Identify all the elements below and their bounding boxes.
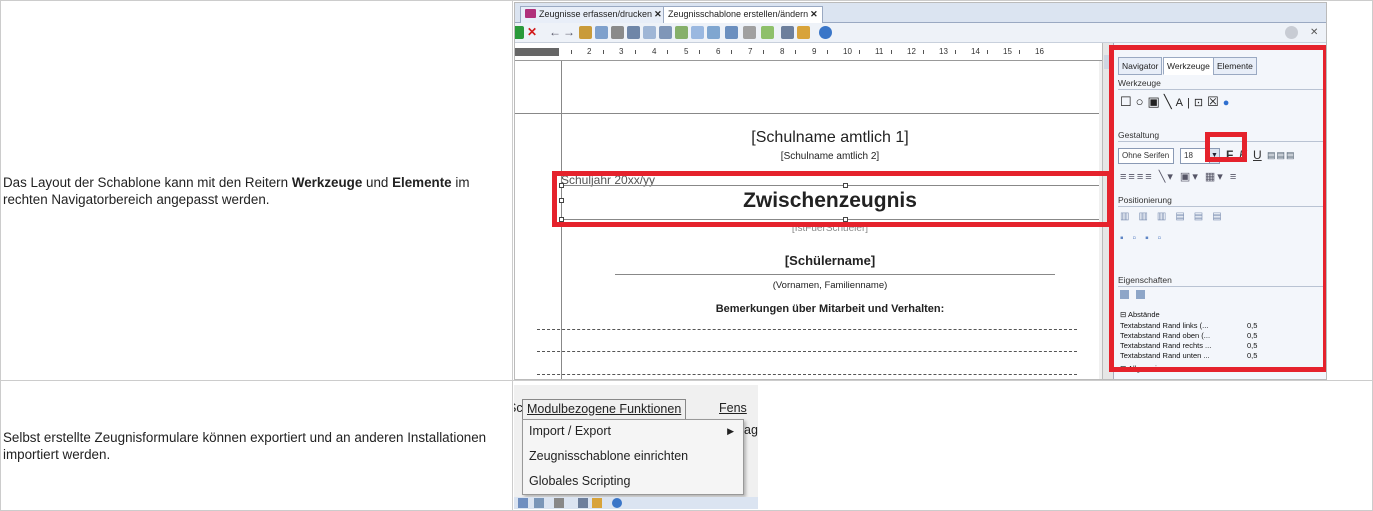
close-icon[interactable]: ✕ xyxy=(810,9,818,19)
settings-icon[interactable] xyxy=(554,497,564,508)
variables-icon[interactable] xyxy=(743,26,756,39)
ruler-margin xyxy=(515,48,559,56)
description-text: Das Layout der Schablone kann mit den Re… xyxy=(3,174,292,190)
screenshot-cell-designer: Zeugnisse erfassen/drucken ✕ Zeugnisschab… xyxy=(512,0,1373,381)
content-table: Das Layout der Schablone kann mit den Re… xyxy=(0,0,1373,511)
document-tab-bar: Zeugnisse erfassen/drucken ✕ Zeugnisschab… xyxy=(515,3,1326,23)
menu-modulbezogene-funktionen[interactable]: Modulbezogene Funktionen xyxy=(522,398,687,419)
remarks-heading[interactable]: Bemerkungen über Mitarbeit und Verhalten… xyxy=(561,303,1099,315)
ruler-label: 3 xyxy=(619,47,624,56)
remarks-line xyxy=(537,329,1077,330)
school-name-1[interactable]: [Schulname amtlich 1] xyxy=(561,129,1099,147)
elemente-bold: Elemente xyxy=(392,174,452,190)
submenu-arrow-icon: ▶ xyxy=(727,425,734,436)
ruler-label: 7 xyxy=(748,47,753,56)
grid-icon[interactable] xyxy=(675,26,688,39)
print-icon[interactable] xyxy=(578,497,588,508)
ruler-label: 4 xyxy=(652,47,657,56)
highlight-navigator xyxy=(1109,45,1326,372)
table-row: Selbst erstellte Zeugnisformulare können… xyxy=(0,380,1373,511)
help-icon[interactable] xyxy=(612,497,622,508)
delete-icon[interactable] xyxy=(627,26,640,39)
brush-icon[interactable] xyxy=(797,26,810,39)
align-icon[interactable] xyxy=(691,26,704,39)
highlight-title xyxy=(552,171,1112,227)
run-icon[interactable] xyxy=(515,26,524,39)
ruler-label: 16 xyxy=(1035,47,1044,56)
name-underline xyxy=(615,274,1055,275)
horizontal-ruler: 2 3 4 5 6 7 8 9 10 11 12 13 14 15 16 xyxy=(515,43,1102,61)
ruler-label: 12 xyxy=(907,47,916,56)
highlight-font-size xyxy=(1205,132,1247,162)
school-name-2[interactable]: [Schulname amtlich 2] xyxy=(561,151,1099,162)
screenshot-cell-menu: Sc Modulbezogene Funktionen Fens ag Impo… xyxy=(512,380,1373,511)
tab-zeugnisschablone[interactable]: Zeugnisschablone erstellen/ändern ✕ xyxy=(663,6,823,23)
print-icon[interactable] xyxy=(781,26,794,39)
template-designer-screenshot: Zeugnisse erfassen/drucken ✕ Zeugnisschab… xyxy=(514,2,1327,380)
menu-fenster[interactable]: Fens xyxy=(715,399,751,419)
table-icon[interactable] xyxy=(518,497,528,508)
arrow-right-icon[interactable]: → xyxy=(563,26,576,39)
grid-icon[interactable] xyxy=(534,497,544,508)
table-row: Das Layout der Schablone kann mit den Re… xyxy=(0,0,1373,381)
ruler-label: 13 xyxy=(939,47,948,56)
ruler-label: 10 xyxy=(843,47,852,56)
student-name-hint: (Vornamen, Familienname) xyxy=(772,280,888,291)
margin-line xyxy=(515,113,1099,114)
arrow-left-icon[interactable]: ← xyxy=(549,26,562,39)
ruler-label: 14 xyxy=(971,47,980,56)
remarks-line xyxy=(537,351,1077,352)
description-cell-layout: Das Layout der Schablone kann mit den Re… xyxy=(0,0,513,381)
ruler-label: 11 xyxy=(875,47,884,56)
toolbar-strip xyxy=(514,496,758,509)
menu-bar: Sc Modulbezogene Funktionen Fens ag xyxy=(514,398,758,437)
close-panel-icon[interactable]: ✕ xyxy=(1310,26,1323,39)
distribute-icon[interactable] xyxy=(707,26,720,39)
ruler-label: 5 xyxy=(684,47,689,56)
copy-icon[interactable] xyxy=(595,26,608,39)
menu-item-globales-scripting[interactable]: Globales Scripting xyxy=(524,470,742,493)
script-icon[interactable] xyxy=(761,26,774,39)
ruler-label: 15 xyxy=(1003,47,1012,56)
description-text: und xyxy=(362,174,393,190)
settings-icon[interactable] xyxy=(1285,26,1298,39)
close-icon[interactable]: ✕ xyxy=(654,9,662,19)
ruler-label: 6 xyxy=(716,47,721,56)
ruler-label: 2 xyxy=(587,47,592,56)
table-icon[interactable] xyxy=(725,26,738,39)
ruler-label: 8 xyxy=(780,47,785,56)
cut-icon[interactable] xyxy=(579,26,592,39)
ruler-label: 9 xyxy=(812,47,817,56)
werkzeuge-bold: Werkzeuge xyxy=(291,174,363,190)
remarks-line xyxy=(537,374,1077,375)
dropdown-menu: Import / Export ▶ Zeugnisschablone einric… xyxy=(522,418,744,495)
report-icon xyxy=(525,9,536,18)
help-icon[interactable] xyxy=(819,26,832,39)
paste-icon[interactable] xyxy=(611,26,624,39)
student-name-field[interactable]: [Schülername] xyxy=(561,253,1099,268)
brush-icon[interactable] xyxy=(592,497,602,508)
designer-toolbar: ✕ ← → ✕ xyxy=(515,23,1326,43)
menu-item-import-export[interactable]: Import / Export ▶ xyxy=(524,420,742,443)
cancel-icon[interactable]: ✕ xyxy=(527,26,540,39)
menu-item-zeugnisschablone-einrichten[interactable]: Zeugnisschablone einrichten xyxy=(524,445,742,468)
page-icon[interactable] xyxy=(643,26,656,39)
module-menu-screenshot: Sc Modulbezogene Funktionen Fens ag Impo… xyxy=(514,384,758,509)
description-cell-export: Selbst erstellte Zeugnisformulare können… xyxy=(0,380,513,511)
layout-icon[interactable] xyxy=(659,26,672,39)
tab-zeugnisse-erfassen[interactable]: Zeugnisse erfassen/drucken ✕ xyxy=(520,6,667,23)
